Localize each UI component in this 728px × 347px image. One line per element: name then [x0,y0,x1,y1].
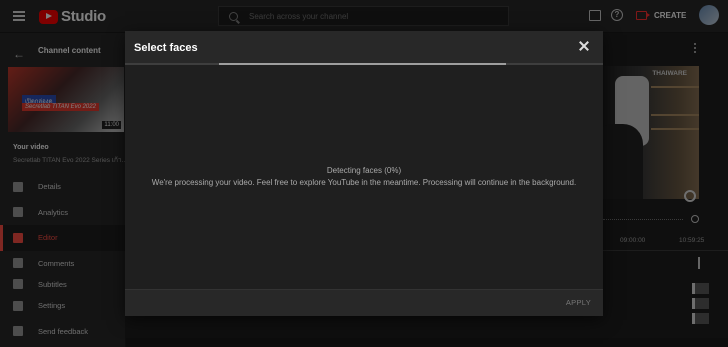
apply-button[interactable]: APPLY [566,298,591,307]
dialog-body: Detecting faces (0%) We're processing yo… [125,65,603,289]
select-faces-dialog: Select faces Detecting faces (0%) We're … [125,31,603,316]
status-description: We're processing your video. Feel free t… [151,178,577,187]
status-title: Detecting faces (0%) [326,166,402,175]
dialog-header: Select faces [125,31,603,63]
dialog-title: Select faces [134,42,198,54]
dialog-footer: APPLY [125,289,603,316]
close-icon[interactable] [579,41,589,51]
